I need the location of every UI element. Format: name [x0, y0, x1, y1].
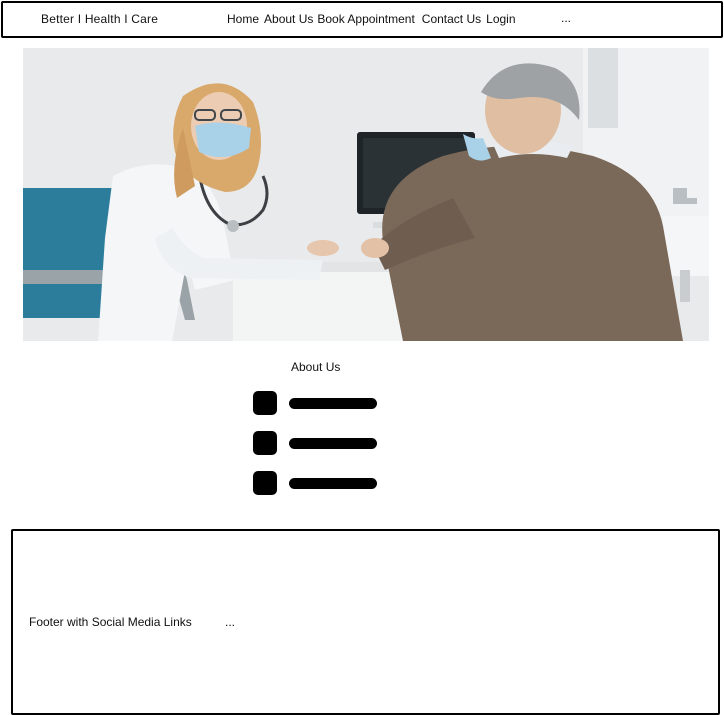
about-list-item	[253, 431, 379, 455]
header-nav-bar: Better I Health I Care Home About Us Boo…	[1, 1, 723, 38]
hero-image	[23, 48, 709, 341]
list-bullet-icon	[253, 431, 277, 455]
page: Better I Health I Care Home About Us Boo…	[0, 0, 724, 715]
list-bullet-icon	[253, 471, 277, 495]
nav-link-about-us[interactable]: About Us	[264, 12, 313, 26]
placeholder-text-line	[289, 398, 377, 409]
main-nav: Home About Us Book Appointment Contact U…	[227, 12, 516, 26]
about-list-item	[253, 391, 379, 415]
nav-link-book-appointment[interactable]: Book Appointment	[317, 12, 414, 26]
nav-more-ellipsis[interactable]: ...	[561, 11, 571, 25]
doctor-consultation-illustration	[23, 48, 709, 341]
footer-more-ellipsis[interactable]: ...	[225, 615, 235, 629]
placeholder-text-line	[289, 478, 377, 489]
brand-logo-text[interactable]: Better I Health I Care	[41, 12, 158, 26]
placeholder-text-line	[289, 438, 377, 449]
list-bullet-icon	[253, 391, 277, 415]
about-us-heading: About Us	[291, 360, 341, 374]
nav-link-home[interactable]: Home	[227, 12, 259, 26]
about-list-item	[253, 471, 379, 495]
nav-link-login[interactable]: Login	[486, 12, 515, 26]
footer: Footer with Social Media Links ...	[11, 529, 720, 715]
footer-social-links-text[interactable]: Footer with Social Media Links	[29, 615, 192, 629]
nav-link-contact-us[interactable]: Contact Us	[422, 12, 481, 26]
